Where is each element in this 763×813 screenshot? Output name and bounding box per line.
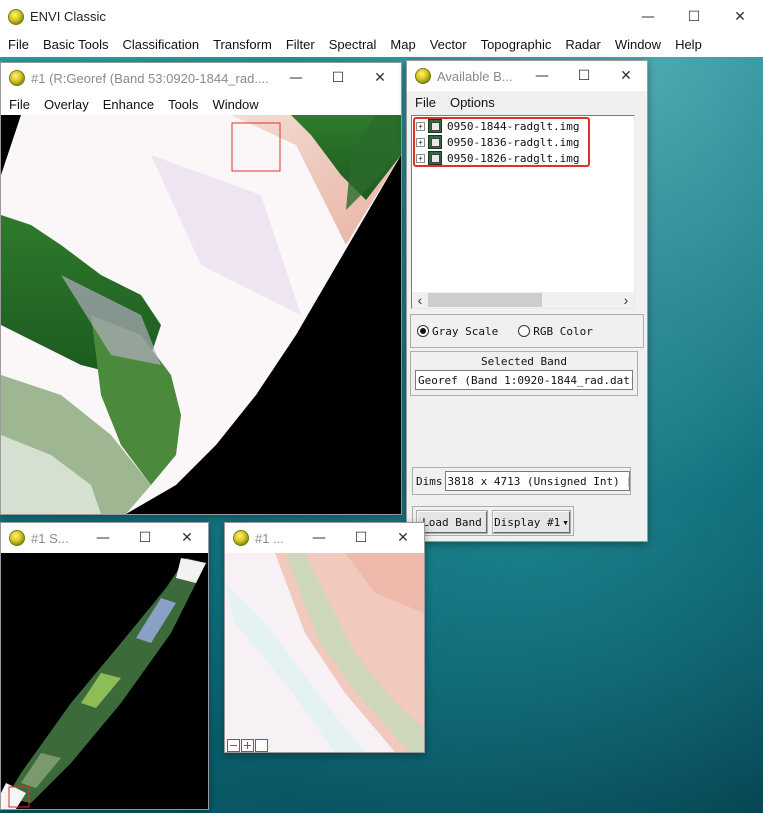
full-scene-thumbnail — [1, 553, 208, 809]
dims-label: Dims — [416, 474, 443, 488]
highlight-box — [413, 117, 590, 167]
envi-logo-icon — [233, 530, 249, 546]
close-button[interactable]: ✕ — [382, 523, 424, 553]
menu-topographic[interactable]: Topographic — [474, 37, 559, 52]
minimize-button[interactable]: — — [625, 0, 671, 33]
menu-file[interactable]: File — [1, 37, 36, 52]
menu-filter[interactable]: Filter — [279, 37, 322, 52]
scroll-window-title: #1 S... — [31, 530, 69, 546]
bands-menu-file[interactable]: File — [408, 95, 443, 110]
menu-transform[interactable]: Transform — [206, 37, 279, 52]
radio-unselected-icon — [518, 325, 531, 337]
envi-logo-icon — [415, 68, 431, 84]
georeferenced-image — [1, 115, 401, 514]
zoom-window: #1 ... — ☐ ✕ — [224, 522, 425, 753]
dims-group: Dims 3818 x 4713 (Unsigned Int) [BSQ — [412, 467, 631, 495]
maximize-button[interactable]: ☐ — [124, 523, 166, 553]
display-mode-group: Gray Scale RGB Color — [410, 314, 644, 348]
envi-main-window: ENVI Classic — ☐ ✕ File Basic Tools Clas… — [0, 0, 763, 57]
button-group: Load Band Display #1 ▾ — [412, 506, 574, 536]
zoomed-image — [225, 553, 424, 752]
load-band-button[interactable]: Load Band — [416, 510, 488, 534]
radio-selected-icon — [417, 325, 429, 337]
bands-window-titlebar[interactable]: Available B... — ☐ ✕ — [407, 61, 647, 91]
bands-window-title: Available B... — [437, 68, 513, 84]
minimize-button[interactable]: — — [521, 61, 563, 91]
menu-map[interactable]: Map — [383, 37, 422, 52]
scroll-thumb[interactable] — [428, 293, 542, 307]
scroll-window-titlebar[interactable]: #1 S... — ☐ ✕ — [1, 523, 208, 553]
close-button[interactable]: ✕ — [166, 523, 208, 553]
minimize-button[interactable]: — — [298, 523, 340, 553]
selected-band-group: Selected Band Georef (Band 1:0920-1844_r… — [410, 351, 638, 396]
menu-classification[interactable]: Classification — [115, 37, 206, 52]
image-menu-overlay[interactable]: Overlay — [37, 97, 96, 112]
gray-scale-radio[interactable]: Gray Scale — [417, 325, 498, 338]
zoom-box-icon[interactable] — [255, 739, 268, 752]
available-bands-window: Available B... — ☐ ✕ File Options + 0950… — [406, 60, 648, 542]
gray-scale-label: Gray Scale — [432, 324, 499, 338]
bands-tree-list[interactable]: + 0950-1844-radglt.img + 0950-1836-radgl… — [411, 115, 635, 309]
rgb-color-label: RGB Color — [533, 324, 593, 338]
image-window-titlebar[interactable]: #1 (R:Georef (Band 53:0920-1844_rad.... … — [1, 63, 401, 93]
menu-spectral[interactable]: Spectral — [322, 37, 384, 52]
menu-vector[interactable]: Vector — [423, 37, 474, 52]
display-dropdown-button[interactable]: Display #1 ▾ — [492, 510, 571, 534]
zoom-window-title: #1 ... — [255, 530, 284, 546]
menu-help[interactable]: Help — [668, 37, 709, 52]
minimize-button[interactable]: — — [82, 523, 124, 553]
envi-logo-icon — [9, 530, 25, 546]
close-button[interactable]: ✕ — [359, 63, 401, 93]
scroll-display[interactable] — [1, 553, 208, 809]
image-display[interactable] — [1, 115, 401, 514]
scroll-right-arrow-icon[interactable]: › — [618, 292, 634, 308]
bands-window-menubar: File Options — [407, 91, 647, 113]
selected-band-label: Selected Band — [480, 355, 568, 368]
bands-menu-options[interactable]: Options — [443, 95, 502, 110]
image-menu-tools[interactable]: Tools — [161, 97, 205, 112]
maximize-button[interactable]: ☐ — [671, 0, 717, 33]
envi-logo-icon — [8, 8, 24, 25]
scroll-left-arrow-icon[interactable]: ‹ — [412, 292, 428, 308]
close-button[interactable]: ✕ — [717, 0, 763, 33]
dims-field[interactable]: 3818 x 4713 (Unsigned Int) [BSQ — [444, 471, 630, 491]
rgb-color-radio[interactable]: RGB Color — [518, 325, 593, 338]
maximize-button[interactable]: ☐ — [317, 63, 359, 93]
menu-radar[interactable]: Radar — [558, 37, 607, 52]
display-button-label: Display #1 — [494, 515, 561, 529]
menu-window[interactable]: Window — [608, 37, 668, 52]
dropdown-arrow-icon: ▾ — [562, 515, 569, 529]
zoom-in-icon[interactable] — [241, 739, 254, 752]
close-button[interactable]: ✕ — [605, 61, 647, 91]
image-window: #1 (R:Georef (Band 53:0920-1844_rad.... … — [0, 62, 402, 515]
horizontal-scrollbar[interactable]: ‹ › — [412, 292, 634, 308]
zoom-controls — [227, 739, 268, 752]
main-titlebar[interactable]: ENVI Classic — ☐ ✕ — [0, 0, 763, 33]
image-menu-enhance[interactable]: Enhance — [96, 97, 161, 112]
minimize-button[interactable]: — — [275, 63, 317, 93]
main-menubar: File Basic Tools Classification Transfor… — [0, 33, 763, 55]
envi-logo-icon — [9, 70, 25, 86]
maximize-button[interactable]: ☐ — [340, 523, 382, 553]
image-menu-file[interactable]: File — [2, 97, 37, 112]
zoom-display[interactable] — [225, 553, 424, 752]
menu-basic-tools[interactable]: Basic Tools — [36, 37, 116, 52]
image-window-menubar: File Overlay Enhance Tools Window — [1, 93, 401, 115]
scroll-window: #1 S... — ☐ ✕ — [0, 522, 209, 810]
image-menu-window[interactable]: Window — [205, 97, 265, 112]
main-window-title: ENVI Classic — [30, 9, 106, 24]
zoom-window-titlebar[interactable]: #1 ... — ☐ ✕ — [225, 523, 424, 553]
selected-band-field[interactable]: Georef (Band 1:0920-1844_rad.dat) (4 — [415, 370, 633, 390]
image-window-title: #1 (R:Georef (Band 53:0920-1844_rad.... — [31, 70, 269, 86]
maximize-button[interactable]: ☐ — [563, 61, 605, 91]
zoom-out-icon[interactable] — [227, 739, 240, 752]
